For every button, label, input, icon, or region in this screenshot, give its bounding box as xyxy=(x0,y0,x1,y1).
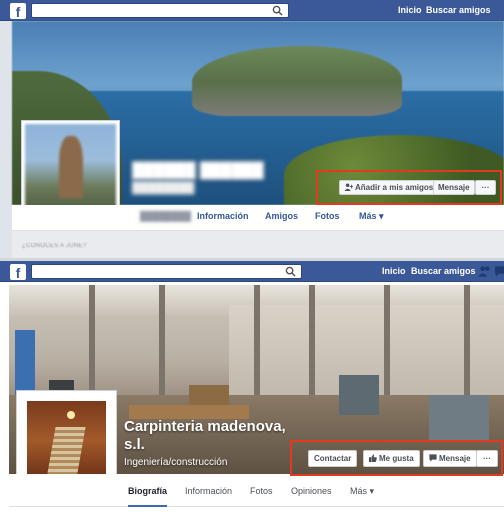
search-box[interactable] xyxy=(31,264,302,282)
tab-reviews[interactable]: Opiniones xyxy=(291,486,332,496)
friend-requests-icon[interactable] xyxy=(478,265,491,277)
highlight-box-top xyxy=(316,170,502,205)
facebook-top-bar: f Inicio Buscar amigos xyxy=(0,261,504,282)
page-category: Ingeniería/construcción xyxy=(124,457,228,468)
tab-more[interactable]: Más ▾ xyxy=(359,211,384,222)
highlight-box-bottom xyxy=(290,440,503,476)
tab-biography[interactable]: Biografía xyxy=(128,486,168,507)
tab-biography-blurred[interactable]: ████████ xyxy=(140,211,191,221)
blurred-hint-text: ¿CONOCES A JUNE? xyxy=(22,243,87,249)
tab-friends[interactable]: Amigos xyxy=(265,211,298,221)
left-gutter xyxy=(0,21,12,258)
blurred-profile-name: ██████ ██████ xyxy=(132,162,264,179)
page-tabs: Biografía Información Fotos Opiniones Má… xyxy=(9,474,504,507)
tab-photos[interactable]: Fotos xyxy=(315,211,340,221)
page-title-line2: s.l. xyxy=(124,436,145,453)
search-input[interactable] xyxy=(32,7,262,21)
blurred-profile-subtitle: ████████ xyxy=(132,182,195,194)
nav-find-friends-link[interactable]: Buscar amigos xyxy=(411,266,476,276)
profile-picture[interactable] xyxy=(21,120,120,218)
search-icon[interactable] xyxy=(272,5,283,16)
profile-picture-lamp xyxy=(67,411,75,419)
cover-machine xyxy=(339,375,379,415)
profile-picture-tower xyxy=(59,136,83,198)
messages-icon[interactable] xyxy=(494,265,504,277)
cover-island xyxy=(192,46,402,116)
tab-info[interactable]: Información xyxy=(197,211,249,221)
tab-more[interactable]: Más ▾ xyxy=(350,486,374,497)
page-title-line1: Carpinteria madenova, xyxy=(124,418,286,435)
facebook-top-bar: f Inicio Buscar amigos xyxy=(0,0,504,21)
nav-home-link[interactable]: Inicio xyxy=(382,266,406,276)
profile-picture-image xyxy=(25,124,116,214)
search-icon[interactable] xyxy=(285,266,296,277)
business-page-screenshot: f Inicio Buscar amigos Carpinteria maden… xyxy=(0,261,504,512)
nav-home-link[interactable]: Inicio xyxy=(398,5,422,15)
cover-wood-pile xyxy=(189,385,229,405)
profile-screenshot: f Inicio Buscar amigos ██████ ██████ ███… xyxy=(0,0,504,258)
cover-wood-pile xyxy=(129,405,249,419)
tab-info[interactable]: Información xyxy=(185,486,232,496)
profile-picture-staircase xyxy=(46,427,86,479)
nav-find-friends-link[interactable]: Buscar amigos xyxy=(426,5,491,15)
cover-machine xyxy=(429,395,489,440)
search-box[interactable] xyxy=(31,3,289,21)
page-title: Carpinteria madenova, s.l. xyxy=(124,418,286,454)
facebook-logo-icon[interactable]: f xyxy=(10,264,26,281)
page-profile-picture-image xyxy=(27,401,106,480)
search-input[interactable] xyxy=(32,268,262,282)
tab-photos[interactable]: Fotos xyxy=(250,486,273,496)
facebook-logo-icon[interactable]: f xyxy=(10,3,26,20)
profile-tabs: ████████ Información Amigos Fotos Más ▾ xyxy=(12,205,504,231)
